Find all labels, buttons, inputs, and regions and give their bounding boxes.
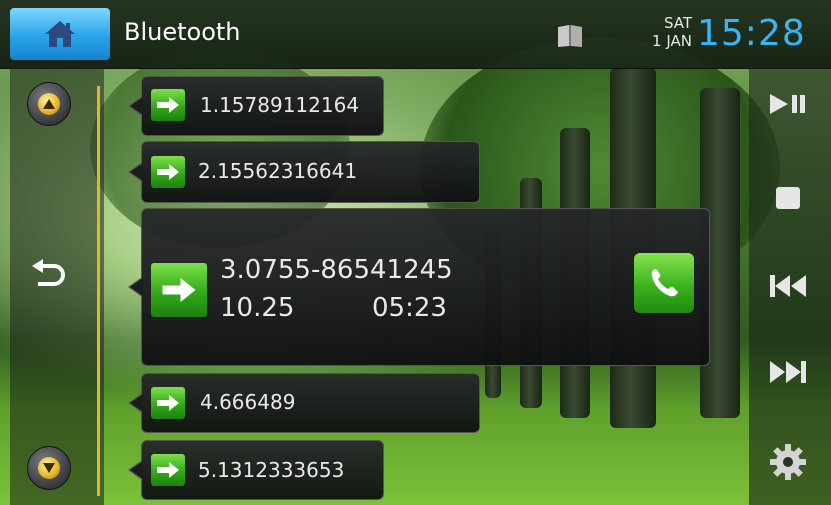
outgoing-call-badge (151, 156, 185, 188)
right-arrow-icon (157, 395, 179, 411)
stop-button[interactable] (762, 176, 814, 220)
page-title: Bluetooth (124, 18, 241, 46)
top-bar: Bluetooth SAT 1 JAN 15:28 (0, 0, 831, 69)
right-arrow-icon (157, 462, 179, 478)
right-arrow-icon (157, 164, 179, 180)
back-button[interactable] (28, 258, 70, 294)
home-button[interactable] (10, 8, 110, 60)
clock: 15:28 (697, 13, 806, 54)
date-label: 1 JAN (652, 32, 692, 50)
previous-track-button[interactable] (762, 264, 814, 308)
outgoing-call-badge (151, 263, 207, 317)
back-icon (32, 259, 65, 286)
call-entry-1[interactable]: 1.15789112164 (128, 76, 384, 136)
call-number: 4.666489 (200, 390, 296, 414)
play-pause-button[interactable] (762, 82, 814, 126)
settings-button[interactable] (762, 440, 814, 484)
stop-icon (776, 187, 800, 209)
call-number: 1.15789112164 (200, 93, 360, 117)
scroll-down-button[interactable] (27, 446, 71, 490)
date-display: SAT 1 JAN (636, 14, 692, 50)
outgoing-call-badge (151, 89, 185, 121)
call-number: 3.0755-86541245 (220, 255, 453, 285)
day-label: SAT (663, 14, 692, 32)
gear-icon (770, 444, 806, 480)
call-entry-2[interactable]: 2.15562316641 (128, 141, 480, 203)
phonebook-icon[interactable] (556, 24, 584, 48)
call-entry-4[interactable]: 4.666489 (128, 373, 480, 433)
call-date: 10.25 (220, 293, 295, 323)
arrow-up-icon (43, 99, 55, 109)
scroll-up-button[interactable] (27, 82, 71, 126)
next-track-button[interactable] (762, 350, 814, 394)
call-entry-5[interactable]: 5.1312333653 (128, 440, 384, 500)
call-time: 05:23 (372, 293, 447, 323)
previous-track-icon (770, 275, 806, 297)
right-arrow-icon (157, 97, 179, 113)
right-arrow-icon (162, 278, 196, 302)
call-entry-3-selected[interactable]: 3.0755-86541245 10.25 05:23 (128, 208, 710, 366)
arrow-down-icon (43, 463, 55, 473)
dial-button[interactable] (634, 253, 694, 313)
next-track-icon (770, 361, 806, 383)
outgoing-call-badge (151, 387, 185, 419)
home-icon (45, 21, 75, 47)
call-number: 5.1312333653 (198, 458, 345, 482)
call-number: 2.15562316641 (198, 159, 358, 183)
scroll-indicator (97, 86, 100, 496)
phone-icon (651, 269, 678, 297)
play-pause-icon (770, 94, 805, 114)
outgoing-call-badge (151, 454, 185, 486)
